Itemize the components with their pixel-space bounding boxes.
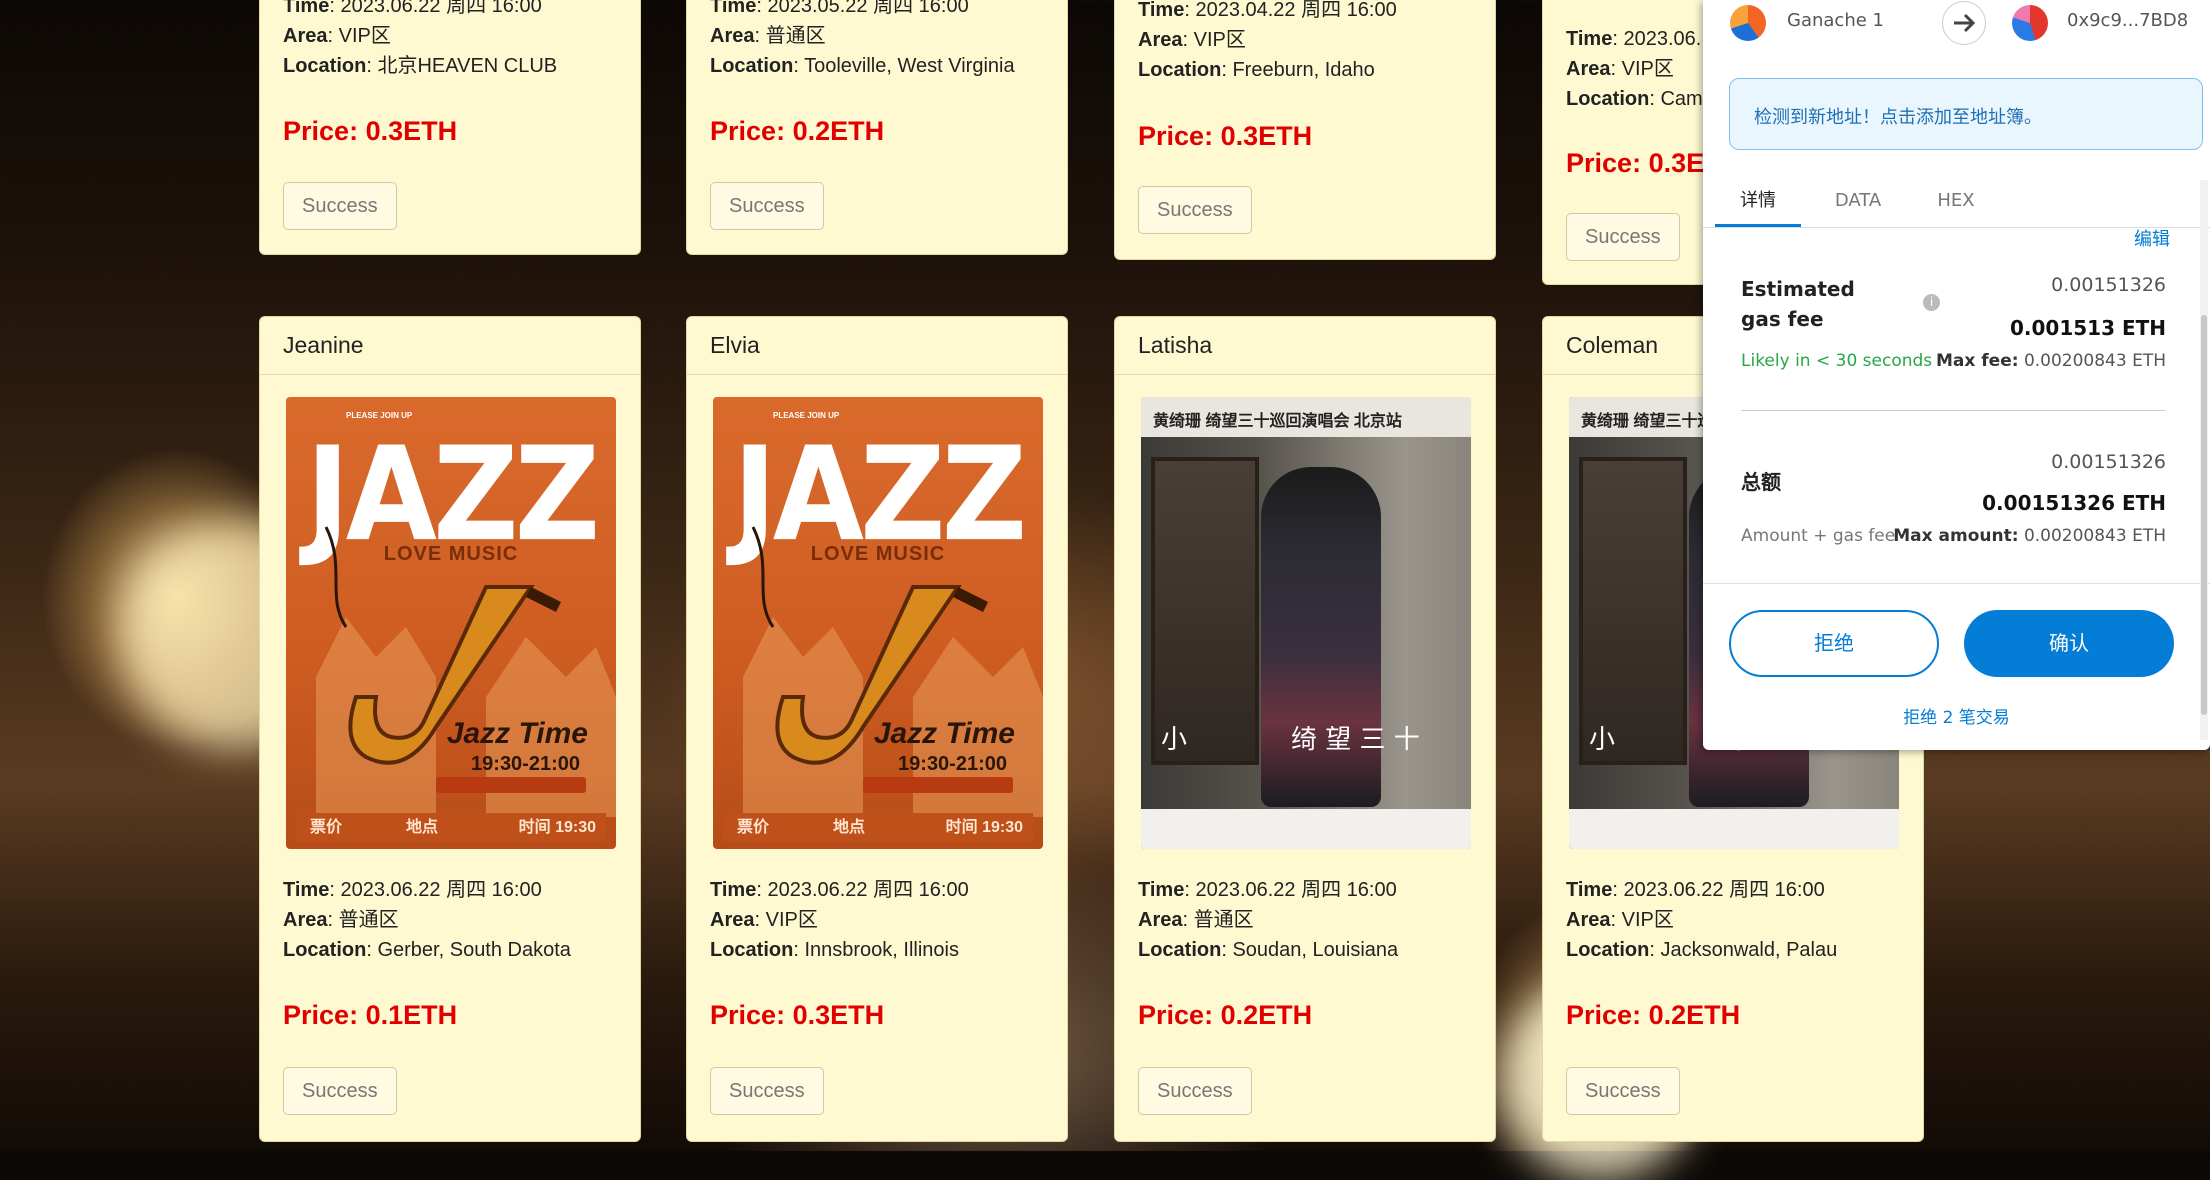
info-icon[interactable]: i <box>1923 294 1940 311</box>
arrow-right-icon <box>1942 1 1986 45</box>
total-label: 总额 <box>1741 470 1781 494</box>
success-button[interactable]: Success <box>283 1067 397 1115</box>
poster-jazz-time: Jazz Time <box>873 717 1015 750</box>
poster-char-left: 小 <box>1589 725 1616 755</box>
gas-fee-label: Estimated gas fee <box>1741 277 1855 331</box>
ticket-card-elvia: Elvia PLEASE JOIN UP JAZZ LOVE MUSIC Jaz… <box>686 316 1068 1142</box>
recipient-avatar <box>2012 5 2048 41</box>
area-line: Area: VIP区 <box>1138 29 1246 51</box>
location-line: Location: Soudan, Louisiana <box>1138 939 1399 961</box>
confirm-button[interactable]: 确认 <box>1964 610 2174 677</box>
gas-fee-main: 0.001513 ETH <box>2009 316 2166 340</box>
ticket-card-latisha: Latisha 黄绮珊 绮望三十巡回演唱会 北京站 小 绮 望 三 十 Time… <box>1114 316 1496 1142</box>
ticket-card-jeanine: Jeanine PLEASE JOIN UP JAZZ LOVE MUSIC J… <box>259 316 641 1142</box>
area-line: Area: 普通区 <box>710 25 826 47</box>
location-line: Location: Freeburn, Idaho <box>1138 59 1375 81</box>
footer-divider <box>1703 583 2210 584</box>
scrollbar-track[interactable] <box>2200 180 2208 740</box>
location-line: Location: Cam <box>1566 88 1703 110</box>
location-line: Location: Tooleville, West Virginia <box>710 55 1015 77</box>
time-line: Time: 2023.06.22 周四 16:00 <box>1138 879 1397 901</box>
success-button[interactable]: Success <box>710 1067 824 1115</box>
account-name[interactable]: Ganache 1 <box>1787 10 1884 31</box>
reject-button[interactable]: 拒绝 <box>1729 610 1939 677</box>
new-address-notice[interactable]: 检测到新地址！点击添加至地址簿。 <box>1729 78 2203 150</box>
area-line: Area: 普通区 <box>283 909 399 931</box>
ticket-card-top-2: Time: 2023.05.22 周四 16:00 Area: 普通区 Loca… <box>686 0 1068 255</box>
poster-band <box>863 777 1013 793</box>
time-line: Time: 2023.05.22 周四 16:00 <box>710 0 969 17</box>
scrollbar-thumb[interactable] <box>2201 315 2207 715</box>
area-line: Area: VIP区 <box>1566 909 1674 931</box>
tab-details[interactable]: 详情 <box>1715 179 1801 227</box>
area-line: Area: VIP区 <box>1566 58 1674 80</box>
max-fee: Max fee: 0.00200843 ETH <box>1936 351 2166 371</box>
success-button[interactable]: Success <box>1138 1067 1252 1115</box>
success-button[interactable]: Success <box>1566 1067 1680 1115</box>
time-line: Time: 2023.06.22 周四 16:00 <box>283 0 542 17</box>
gas-fee-small: 0.00151326 <box>2051 274 2166 296</box>
ticket-card-top-1: Time: 2023.06.22 周四 16:00 Area: VIP区 Loc… <box>259 0 641 255</box>
poster-hours: 19:30-21:00 <box>898 753 1007 775</box>
account-avatar[interactable] <box>1730 5 1766 41</box>
price: Price: 0.3ETH <box>283 116 458 146</box>
time-line: Time: 2023.06.22 周四 16:00 <box>1566 879 1825 901</box>
time-line: Time: 2023.06.22 周四 16:00 <box>283 879 542 901</box>
poster-sponsor-bar <box>1569 809 1899 849</box>
poster-singer-figure <box>1261 467 1381 807</box>
metamask-popup: Ganache 1 0x9c9...7BD8 检测到新地址！点击添加至地址簿。 … <box>1703 0 2210 750</box>
success-button[interactable]: Success <box>1138 186 1252 234</box>
location-line: Location: Innsbrook, Illinois <box>710 939 959 961</box>
card-title: Latisha <box>1115 317 1495 375</box>
card-title: Jeanine <box>260 317 640 375</box>
tab-hex[interactable]: HEX <box>1921 179 1991 227</box>
likely-time: Likely in < 30 seconds <box>1741 351 1933 371</box>
success-button[interactable]: Success <box>1566 213 1680 261</box>
recipient-address[interactable]: 0x9c9...7BD8 <box>2067 10 2188 31</box>
reject-all-link[interactable]: 拒绝 2 笔交易 <box>1703 703 2210 728</box>
poster-jazz-time: Jazz Time <box>446 717 588 750</box>
area-line: Area: VIP区 <box>710 909 818 931</box>
edit-link[interactable]: 编辑 <box>2134 225 2170 251</box>
price: Price: 0.3ETH <box>710 1000 885 1030</box>
price: Price: 0.3ETH <box>1138 121 1313 151</box>
poster-sponsor-bar <box>1141 809 1471 849</box>
total-main: 0.00151326 ETH <box>1982 491 2166 515</box>
poster-footer: 票价 地点 时间 19:30 <box>296 813 606 841</box>
card-title: Elvia <box>687 317 1067 375</box>
tab-bar: 详情 DATA HEX <box>1703 179 2210 228</box>
price: Price: 0.2ETH <box>710 116 885 146</box>
ticket-card-top-3: Time: 2023.04.22 周四 16:00 Area: VIP区 Loc… <box>1114 0 1496 260</box>
poster-chars-right: 绮 望 三 十 <box>1291 725 1420 755</box>
concert-poster-image: 黄绮珊 绮望三十巡回演唱会 北京站 小 绮 望 三 十 <box>1141 397 1471 849</box>
total-small: 0.00151326 <box>2051 451 2166 473</box>
poster-header-bar: 黄绮珊 绮望三十巡回演唱会 北京站 <box>1141 397 1471 437</box>
success-button[interactable]: Success <box>710 182 824 230</box>
time-line: Time: 2023.06. <box>1566 28 1702 50</box>
price: Price: 0.3ET <box>1566 148 1721 178</box>
jazz-poster-image: PLEASE JOIN UP JAZZ LOVE MUSIC Jazz Time… <box>286 397 616 849</box>
location-line: Location: Jacksonwald, Palau <box>1566 939 1838 961</box>
price: Price: 0.2ETH <box>1566 1000 1741 1030</box>
area-line: Area: VIP区 <box>283 25 391 47</box>
poster-footer: 票价 地点 时间 19:30 <box>723 813 1033 841</box>
price: Price: 0.1ETH <box>283 1000 458 1030</box>
success-button[interactable]: Success <box>283 182 397 230</box>
time-line: Time: 2023.04.22 周四 16:00 <box>1138 0 1397 21</box>
poster-char-left: 小 <box>1161 725 1188 755</box>
tab-data[interactable]: DATA <box>1823 179 1893 227</box>
divider <box>1741 410 2165 411</box>
price: Price: 0.2ETH <box>1138 1000 1313 1030</box>
poster-hours: 19:30-21:00 <box>471 753 580 775</box>
location-line: Location: Gerber, South Dakota <box>283 939 571 961</box>
location-line: Location: 北京HEAVEN CLUB <box>283 55 558 77</box>
max-amount: Max amount: 0.00200843 ETH <box>1893 526 2166 546</box>
area-line: Area: 普通区 <box>1138 909 1254 931</box>
jazz-poster-image: PLEASE JOIN UP JAZZ LOVE MUSIC Jazz Time… <box>713 397 1043 849</box>
time-line: Time: 2023.06.22 周四 16:00 <box>710 879 969 901</box>
poster-band <box>436 777 586 793</box>
amount-gas-label: Amount + gas fee <box>1741 526 1896 546</box>
